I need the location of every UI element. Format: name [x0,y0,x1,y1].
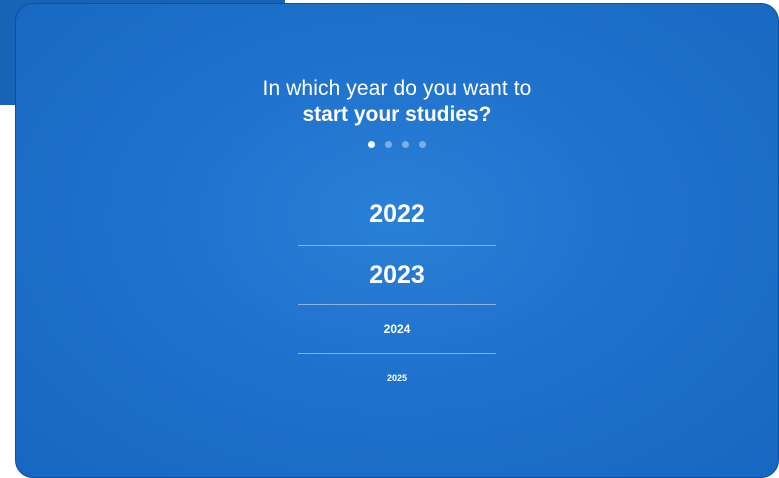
year-option-2024[interactable]: 2024 [298,305,496,354]
year-option-2022[interactable]: 2022 [298,184,496,246]
question-line-1: In which year do you want to [262,77,532,100]
step-dot-4 [419,141,426,148]
year-option-2025[interactable]: 2025 [298,354,496,402]
question-card: In which year do you want to start your … [15,3,779,478]
question-heading: In which year do you want to start your … [16,76,778,128]
year-options-list: 2022 2023 2024 2025 [298,184,496,402]
year-option-2023[interactable]: 2023 [298,246,496,305]
step-indicator [16,141,778,148]
step-dot-1 [368,141,375,148]
step-dot-2 [385,141,392,148]
step-dot-3 [402,141,409,148]
question-line-2: start your studies? [302,103,492,126]
